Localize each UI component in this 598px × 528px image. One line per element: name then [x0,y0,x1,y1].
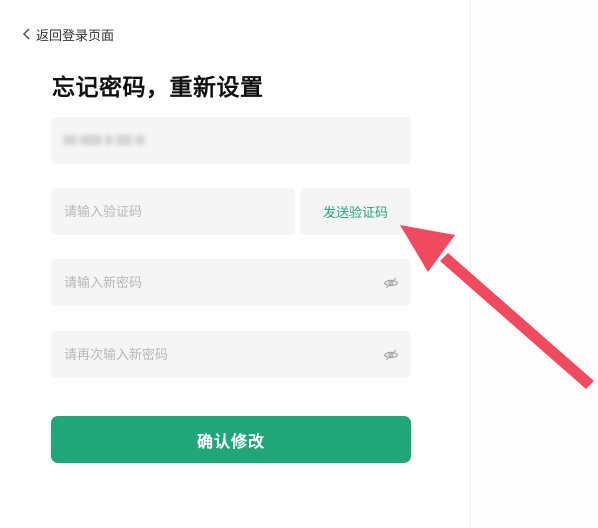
reset-password-panel: 返回登录页面 忘记密码，重新设置 发送验证码 [0,0,470,528]
new-password-field[interactable] [51,259,411,306]
confirm-password-field[interactable] [51,331,411,378]
back-to-login-link[interactable]: 返回登录页面 [22,25,114,43]
verification-code-field[interactable] [51,188,295,235]
account-field[interactable] [51,117,411,164]
eye-off-icon[interactable] [383,275,399,291]
confirm-change-button[interactable]: 确认修改 [51,416,411,463]
confirm-password-input[interactable] [51,331,411,378]
page-title: 忘记密码，重新设置 [52,74,264,100]
chevron-left-icon [22,28,30,40]
verification-code-input[interactable] [51,188,295,235]
background-area [471,0,598,528]
send-code-button[interactable]: 发送验证码 [300,188,411,235]
eye-off-icon[interactable] [383,347,399,363]
reset-password-page: 返回登录页面 忘记密码，重新设置 发送验证码 [0,0,598,528]
masked-account-value [63,132,153,148]
back-link-label: 返回登录页面 [36,27,115,43]
new-password-input[interactable] [51,259,411,306]
